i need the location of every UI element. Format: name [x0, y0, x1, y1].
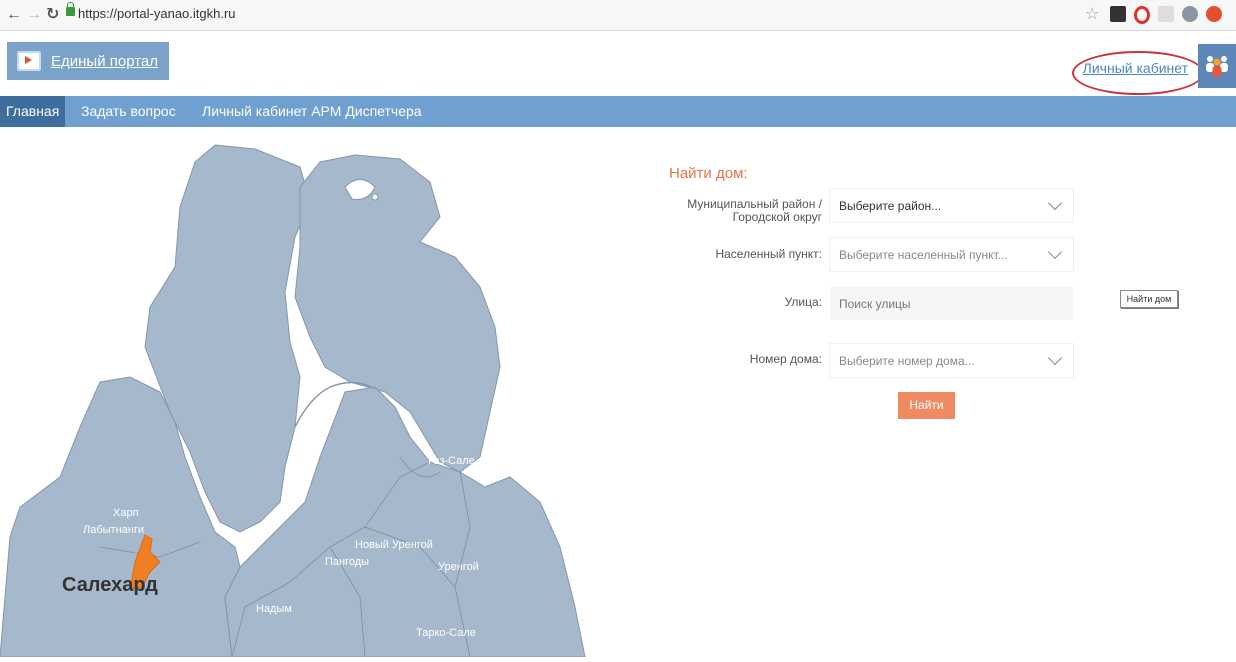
- district-select[interactable]: Выберите район...: [830, 189, 1073, 222]
- bookmark-star-icon[interactable]: ☆: [1085, 5, 1099, 25]
- portal-logo-button[interactable]: Единый портал: [7, 42, 169, 80]
- main-menu: Главная Задать вопрос Личный кабинет АРМ…: [0, 96, 1236, 127]
- map-label-salekhard[interactable]: Салехард: [62, 574, 158, 597]
- street-label: Улица:: [784, 295, 822, 309]
- address-bar[interactable]: https://portal-yanao.itgkh.ru: [78, 6, 236, 21]
- find-button[interactable]: Найти: [898, 392, 955, 419]
- map-label-pangody[interactable]: Пангоды: [325, 556, 369, 568]
- chevron-down-icon: [1047, 244, 1063, 260]
- locality-select-value: Выберите населенный пункт...: [839, 247, 1008, 262]
- forward-icon[interactable]: →: [26, 5, 42, 25]
- district-label: Муниципальный район / Городской округ: [687, 198, 822, 224]
- locality-select[interactable]: Выберите населенный пункт...: [830, 238, 1073, 271]
- map-label-novy-urengoy[interactable]: Новый Уренгой: [355, 539, 433, 551]
- extension-icon[interactable]: [1206, 6, 1222, 22]
- district-label-line-2: Городской округ: [732, 210, 822, 224]
- find-house-tooltip: Найти дом: [1120, 290, 1178, 308]
- personal-cabinet-link[interactable]: Личный кабинет: [1083, 60, 1188, 76]
- chevron-down-icon: [1047, 350, 1063, 366]
- back-icon[interactable]: ←: [6, 5, 22, 25]
- portal-logo-label: Единый портал: [51, 52, 159, 70]
- extension-icon[interactable]: [1182, 6, 1198, 22]
- browser-toolbar: ← → ↻ https://portal-yanao.itgkh.ru ☆: [0, 0, 1236, 31]
- region-map[interactable]: Газ-Сале Харп Лабытнанги Новый Уренгой П…: [0, 127, 640, 658]
- monitor-icon: [17, 51, 41, 71]
- search-form-title: Найти дом:: [669, 165, 748, 182]
- menu-item-ask-question[interactable]: Задать вопрос: [75, 96, 182, 127]
- menu-item-dispatcher-cabinet[interactable]: Личный кабинет АРМ Диспетчера: [196, 96, 428, 127]
- extension-icon[interactable]: [1158, 6, 1174, 22]
- map-label-tarko-sale[interactable]: Тарко-Сале: [416, 627, 476, 639]
- map-label-harp[interactable]: Харп: [113, 507, 139, 519]
- people-icon: [1206, 56, 1228, 77]
- map-label-gaz-sale[interactable]: Газ-Сале: [428, 455, 475, 467]
- site-header: Единый портал Личный кабинет: [0, 31, 1236, 95]
- house-label: Номер дома:: [749, 352, 822, 366]
- house-number-select-value: Выберите номер дома...: [839, 353, 975, 368]
- map-label-nadym[interactable]: Надым: [256, 603, 292, 615]
- extension-icon[interactable]: [1110, 6, 1126, 22]
- district-select-value: Выберите район...: [839, 198, 942, 213]
- users-button[interactable]: [1198, 44, 1236, 88]
- menu-item-home[interactable]: Главная: [0, 96, 66, 127]
- street-search-input[interactable]: [830, 287, 1073, 320]
- locality-label: Населенный пункт:: [715, 247, 822, 261]
- reload-icon[interactable]: ↻: [46, 5, 59, 25]
- lock-icon: [66, 2, 75, 16]
- opera-icon[interactable]: [1134, 6, 1150, 24]
- map-label-labytnangi[interactable]: Лабытнанги: [83, 524, 144, 536]
- chevron-down-icon: [1047, 195, 1063, 211]
- house-number-select[interactable]: Выберите номер дома...: [830, 344, 1073, 377]
- map-label-urengoy[interactable]: Уренгой: [438, 561, 479, 573]
